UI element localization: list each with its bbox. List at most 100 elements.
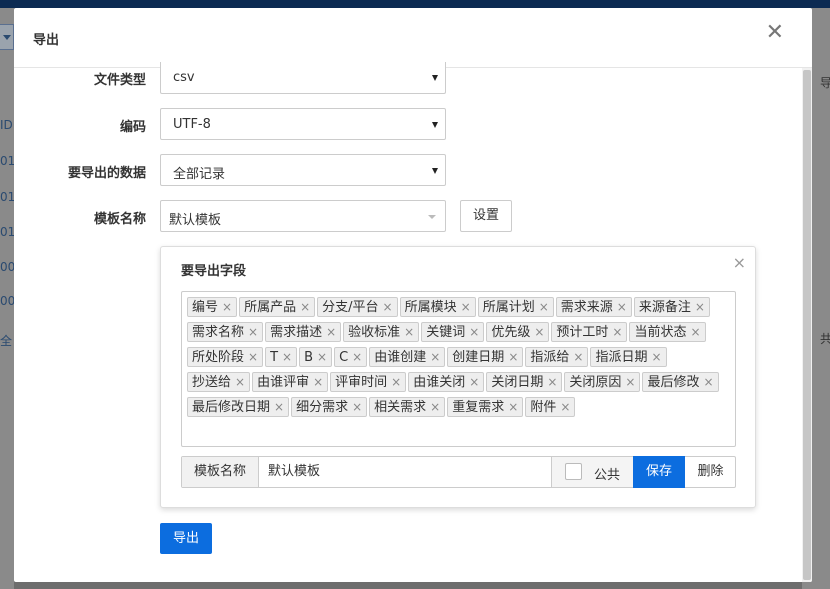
background-text: ID: [0, 118, 13, 132]
field-tag-label: 关键词: [426, 325, 466, 340]
file-type-select[interactable]: csv: [160, 62, 446, 94]
public-checkbox[interactable]: [565, 463, 582, 480]
template-select[interactable]: 默认模板: [160, 200, 446, 232]
remove-tag-icon[interactable]: ×: [317, 350, 327, 364]
remove-tag-icon[interactable]: ×: [617, 300, 627, 314]
remove-tag-icon[interactable]: ×: [508, 400, 518, 414]
remove-tag-icon[interactable]: ×: [573, 350, 583, 364]
template-save-row: 模板名称 默认模板 公共 保存 删除: [181, 456, 736, 488]
field-tag-label: 所属模块: [404, 300, 457, 315]
field-tag: 评审时间 ×: [330, 372, 407, 392]
field-tag-label: 需求名称: [192, 325, 245, 340]
chevron-down-icon: [432, 75, 438, 81]
field-tag: 关键词 ×: [421, 322, 485, 342]
close-icon[interactable]: ×: [733, 255, 746, 271]
field-tag-label: 编号: [192, 300, 219, 315]
background-text: 00: [0, 294, 16, 308]
encoding-label: 编码: [119, 120, 146, 135]
background-text: 01: [0, 225, 16, 239]
fields-panel-title: 要导出字段: [181, 264, 247, 279]
export-modal: 导出 ✕ 文件类型 csv 编码 UTF-8 要导出的数据 全部记录 模板名称 …: [14, 8, 812, 582]
settings-button[interactable]: 设置: [460, 200, 512, 232]
data-scope-label: 要导出的数据: [67, 166, 146, 181]
field-tag-label: 需求描述: [270, 325, 323, 340]
remove-tag-icon[interactable]: ×: [326, 325, 336, 339]
field-tag: 由谁创建 ×: [369, 347, 446, 367]
remove-tag-icon[interactable]: ×: [695, 300, 705, 314]
field-tag-label: C: [339, 350, 349, 365]
field-tag: 细分需求 ×: [291, 397, 368, 417]
remove-tag-icon[interactable]: ×: [404, 325, 414, 339]
background-text: 01: [0, 190, 16, 204]
remove-tag-icon[interactable]: ×: [274, 400, 284, 414]
remove-tag-icon[interactable]: ×: [651, 350, 661, 364]
field-tag: 相关需求 ×: [369, 397, 446, 417]
remove-tag-icon[interactable]: ×: [430, 350, 440, 364]
field-tag: 最后修改 ×: [642, 372, 719, 392]
field-tag-label: B: [304, 350, 314, 365]
remove-tag-icon[interactable]: ×: [282, 350, 292, 364]
field-tag: 由谁关闭 ×: [408, 372, 485, 392]
file-type-label: 文件类型: [93, 73, 146, 88]
export-fields-panel: 要导出字段 × 编号 × 所属产品 × 分支/平台 × 所属模块 × 所属计划 × 需求来源 × 来源备…: [160, 246, 756, 508]
background-text: 00: [0, 260, 16, 274]
remove-tag-icon[interactable]: ×: [469, 325, 479, 339]
remove-tag-icon[interactable]: ×: [391, 375, 401, 389]
save-template-button[interactable]: 保存: [633, 456, 685, 488]
background-text: 导: [820, 76, 830, 90]
remove-tag-icon[interactable]: ×: [383, 300, 393, 314]
field-tag: 验收标准 ×: [343, 322, 420, 342]
scrollbar-thumb[interactable]: [803, 70, 811, 580]
file-type-value: csv: [173, 70, 195, 85]
field-tag: 所属模块 ×: [399, 297, 476, 317]
background-text: 全: [0, 334, 13, 348]
field-tag: 优先级 ×: [486, 322, 550, 342]
field-tag: 创建日期 ×: [447, 347, 524, 367]
delete-template-button[interactable]: 删除: [685, 457, 736, 487]
public-toggle: 公共: [551, 457, 633, 487]
encoding-select[interactable]: UTF-8: [160, 108, 446, 140]
remove-tag-icon[interactable]: ×: [248, 325, 258, 339]
field-tag: C ×: [334, 347, 368, 367]
background-select: [0, 24, 14, 50]
remove-tag-icon[interactable]: ×: [612, 325, 622, 339]
field-tag-label: 附件: [530, 400, 557, 415]
remove-tag-icon[interactable]: ×: [300, 300, 310, 314]
close-icon[interactable]: ✕: [766, 22, 784, 44]
file-type-row: 文件类型: [14, 60, 146, 92]
template-name-input[interactable]: 默认模板: [259, 457, 551, 487]
remove-tag-icon[interactable]: ×: [625, 375, 635, 389]
export-button[interactable]: 导出: [160, 523, 212, 554]
chevron-down-icon: [432, 168, 438, 174]
remove-tag-icon[interactable]: ×: [235, 375, 245, 389]
remove-tag-icon[interactable]: ×: [560, 400, 570, 414]
remove-tag-icon[interactable]: ×: [248, 350, 258, 364]
field-tag: 来源备注 ×: [633, 297, 710, 317]
remove-tag-icon[interactable]: ×: [352, 350, 362, 364]
scrollbar[interactable]: [802, 68, 812, 582]
field-tag-label: 所属产品: [244, 300, 297, 315]
remove-tag-icon[interactable]: ×: [430, 400, 440, 414]
field-tag-label: 关闭日期: [491, 375, 544, 390]
fields-tag-input[interactable]: 编号 × 所属产品 × 分支/平台 × 所属模块 × 所属计划 × 需求来源 × 来源备注 ×需求名称 × 需…: [181, 291, 736, 447]
field-tag: 抄送给 ×: [187, 372, 251, 392]
remove-tag-icon[interactable]: ×: [222, 300, 232, 314]
field-tag-label: 评审时间: [335, 375, 388, 390]
data-scope-select[interactable]: 全部记录: [160, 154, 446, 186]
chevron-down-icon: [428, 215, 436, 219]
remove-tag-icon[interactable]: ×: [508, 350, 518, 364]
field-tag-label: 最后修改日期: [192, 400, 271, 415]
remove-tag-icon[interactable]: ×: [547, 375, 557, 389]
remove-tag-icon[interactable]: ×: [461, 300, 471, 314]
remove-tag-icon[interactable]: ×: [539, 300, 549, 314]
remove-tag-icon[interactable]: ×: [469, 375, 479, 389]
remove-tag-icon[interactable]: ×: [534, 325, 544, 339]
remove-tag-icon[interactable]: ×: [690, 325, 700, 339]
remove-tag-icon[interactable]: ×: [703, 375, 713, 389]
field-tag-label: 关闭原因: [569, 375, 622, 390]
remove-tag-icon[interactable]: ×: [313, 375, 323, 389]
field-tag: 分支/平台 ×: [317, 297, 398, 317]
field-tag: 所处阶段 ×: [187, 347, 264, 367]
remove-tag-icon[interactable]: ×: [352, 400, 362, 414]
field-tag-label: 来源备注: [638, 300, 691, 315]
